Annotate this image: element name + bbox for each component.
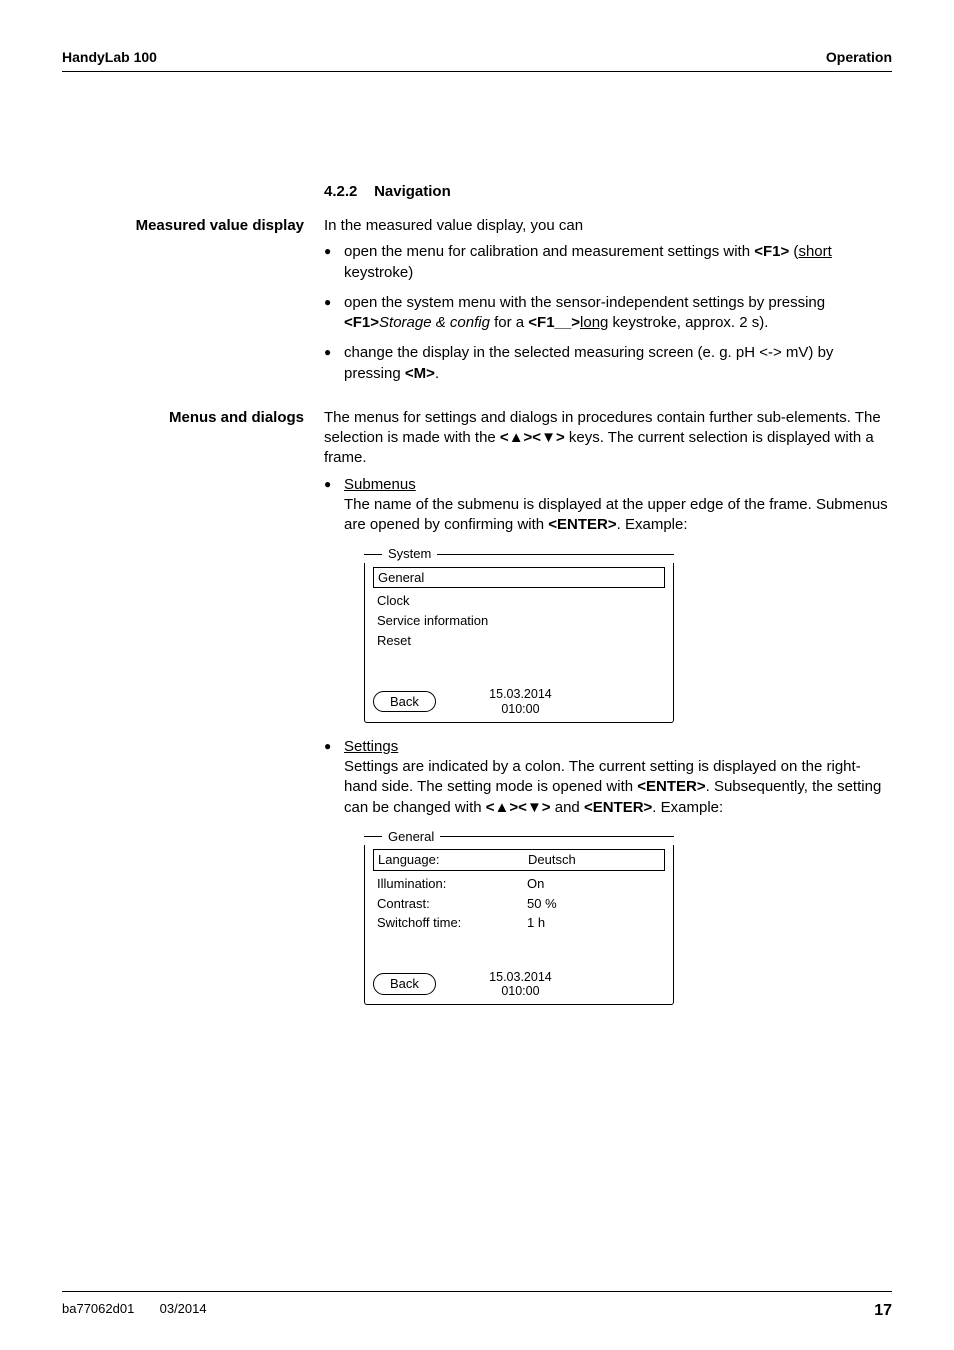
t: for a	[490, 314, 528, 331]
t: <	[486, 799, 495, 816]
screen-back-button: Back	[373, 691, 436, 713]
kv-key: Contrast:	[377, 895, 527, 913]
screen-system-title: System	[382, 545, 437, 563]
screen-time: 010:00	[501, 984, 539, 998]
margin-label-measured: Measured value display	[62, 216, 324, 236]
menus-dialogs-block: Menus and dialogs The menus for settings…	[62, 408, 892, 1020]
key-enter: <ENTER>	[548, 516, 616, 533]
kv-key: Switchoff time:	[377, 914, 527, 932]
key-enter: <ENTER>	[584, 799, 652, 816]
t: open the menu for calibration and measur…	[344, 243, 754, 260]
mad-paragraph: The menus for settings and dialogs in pr…	[324, 408, 892, 469]
screen-time: 010:00	[501, 702, 539, 716]
mad-bullets: Submenus The name of the submenu is disp…	[324, 475, 892, 1006]
t: open the system menu with the sensor-ind…	[344, 294, 825, 311]
submenus-heading: Submenus	[344, 476, 416, 493]
key-f1-long: <F1__>	[528, 314, 580, 331]
t: .	[435, 365, 439, 382]
mvd-bullet-3: change the display in the selected measu…	[324, 343, 892, 384]
screen-general-row: Switchoff time: 1 h	[373, 913, 665, 933]
header-rule	[62, 71, 892, 72]
key-f1: <F1>	[344, 314, 379, 331]
t: ><	[524, 429, 542, 446]
footer-docid: ba77062d01	[62, 1301, 134, 1316]
running-header: HandyLab 100 Operation	[62, 48, 892, 67]
footer-date: 03/2014	[160, 1301, 207, 1316]
key-m: <M>	[405, 365, 435, 382]
page-footer: ba77062d01 03/2014 17	[62, 1291, 892, 1322]
kv-value: On	[527, 875, 661, 893]
screen-general-titlebar: General	[364, 828, 674, 846]
screen-back-button: Back	[373, 973, 436, 995]
mad-submenus: Submenus The name of the submenu is disp…	[324, 475, 892, 723]
section-number: 4.2.2	[324, 183, 357, 200]
screen-timestamp: 15.03.2014 010:00	[436, 687, 605, 716]
triangle-down-icon	[527, 799, 542, 816]
mvd-bullets: open the menu for calibration and measur…	[324, 242, 892, 384]
screen-system-line: Service information	[373, 611, 665, 631]
screen-general-title: General	[382, 828, 440, 846]
screen-general-footer: Back 15.03.2014 010:00	[373, 964, 665, 999]
screen-date: 15.03.2014	[489, 687, 552, 701]
mvd-intro: In the measured value display, you can	[324, 216, 892, 236]
triangle-down-icon	[541, 429, 556, 446]
t: keystroke, approx. 2 s).	[608, 314, 768, 331]
t: keystroke)	[344, 264, 413, 281]
t: >	[556, 429, 565, 446]
kv-key: Language:	[378, 851, 528, 869]
t: ><	[509, 799, 527, 816]
margin-label-menus: Menus and dialogs	[62, 408, 324, 428]
screen-system-body: General Clock Service information Reset …	[364, 563, 674, 723]
mvd-bullet-2: open the system menu with the sensor-ind…	[324, 293, 892, 334]
measured-value-block: Measured value display In the measured v…	[62, 216, 892, 394]
kv-value: 1 h	[527, 914, 661, 932]
screen-system-selected: General	[373, 567, 665, 589]
header-left: HandyLab 100	[62, 48, 157, 67]
section-heading-row: 4.2.2 Navigation	[62, 182, 892, 202]
kv-value: Deutsch	[528, 851, 660, 869]
mad-settings: Settings Settings are indicated by a col…	[324, 737, 892, 1006]
t: and	[551, 799, 584, 816]
screen-system-footer: Back 15.03.2014 010:00	[373, 681, 665, 716]
triangle-up-icon	[495, 799, 510, 816]
screen-system-line: Reset	[373, 631, 665, 651]
t: <	[500, 429, 509, 446]
screen-general-row: Illumination: On	[373, 874, 665, 894]
screen-system-titlebar: System	[364, 545, 674, 563]
screen-date: 15.03.2014	[489, 970, 552, 984]
underline-long: long	[580, 314, 608, 331]
footer-rule	[62, 1291, 892, 1292]
kv-value: 50 %	[527, 895, 661, 913]
body: 4.2.2 Navigation Measured value display …	[62, 182, 892, 1020]
settings-heading: Settings	[344, 738, 398, 755]
mvd-bullet-1: open the menu for calibration and measur…	[324, 242, 892, 283]
page-number: 17	[874, 1300, 892, 1322]
kv-key: Illumination:	[377, 875, 527, 893]
t: . Example:	[652, 799, 723, 816]
screen-system: System General Clock Service information…	[364, 545, 674, 723]
underline-short: short	[798, 243, 831, 260]
screen-general-row: Contrast: 50 %	[373, 894, 665, 914]
screen-system-line: Clock	[373, 591, 665, 611]
section-title: Navigation	[374, 183, 451, 200]
triangle-up-icon	[509, 429, 524, 446]
screen-general: General Language: Deutsch Illumination:	[364, 828, 674, 1006]
key-f1: <F1>	[754, 243, 789, 260]
italic-storage: Storage & config	[379, 314, 490, 331]
screen-general-row-selected: Language: Deutsch	[373, 849, 665, 871]
t: . Example:	[617, 516, 688, 533]
t: >	[542, 799, 551, 816]
key-enter: <ENTER>	[637, 778, 705, 795]
screen-general-body: Language: Deutsch Illumination: On Contr…	[364, 845, 674, 1005]
page: HandyLab 100 Operation 4.2.2 Navigation …	[0, 0, 954, 1350]
header-right: Operation	[826, 48, 892, 67]
screen-timestamp: 15.03.2014 010:00	[436, 970, 605, 999]
